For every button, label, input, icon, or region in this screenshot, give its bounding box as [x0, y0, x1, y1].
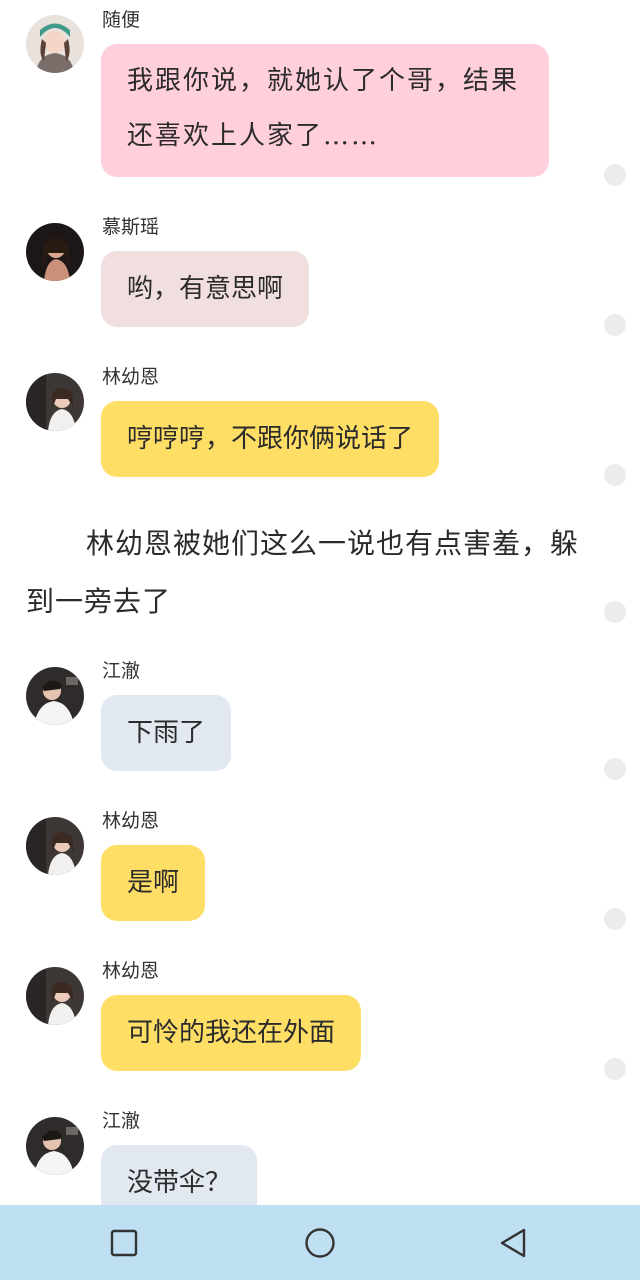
- avatar[interactable]: [26, 223, 84, 281]
- message-bubble[interactable]: 哟，有意思啊: [101, 251, 310, 327]
- avatar[interactable]: [26, 967, 84, 1025]
- sender-name: 随便: [102, 9, 141, 31]
- message-bubble[interactable]: 是啊: [101, 845, 206, 921]
- narration-text: 林幼恩被她们这么一说也有点害羞，躲到一旁去了: [26, 527, 580, 618]
- status-dot: [604, 908, 626, 930]
- status-dot: [604, 601, 626, 623]
- sender-name: 林幼恩: [102, 960, 160, 982]
- recent-apps-icon[interactable]: [104, 1223, 144, 1263]
- sender-name: 林幼恩: [102, 810, 160, 832]
- home-icon[interactable]: [300, 1223, 340, 1263]
- status-dot: [604, 164, 626, 186]
- status-dot: [604, 1058, 626, 1080]
- avatar[interactable]: [26, 667, 84, 725]
- message-bubble[interactable]: 我跟你说，就她认了个哥，结果还喜欢上人家了……: [101, 44, 549, 177]
- sender-name: 林幼恩: [102, 366, 160, 388]
- avatar[interactable]: [26, 817, 84, 875]
- sender-name: 江澈: [102, 1110, 141, 1132]
- status-dot: [604, 464, 626, 486]
- status-dot: [604, 758, 626, 780]
- avatar[interactable]: [26, 373, 84, 431]
- back-icon[interactable]: [494, 1223, 534, 1263]
- avatar[interactable]: [26, 15, 84, 73]
- avatar[interactable]: [26, 1117, 84, 1175]
- sender-name: 慕斯瑶: [102, 216, 160, 238]
- message-bubble[interactable]: 哼哼哼，不跟你俩说话了: [101, 401, 440, 477]
- message-bubble[interactable]: 可怜的我还在外面: [101, 995, 362, 1071]
- sender-name: 江澈: [102, 660, 141, 682]
- message-bubble[interactable]: 下雨了: [101, 695, 232, 771]
- status-dot: [604, 314, 626, 336]
- navigation-bar: [0, 1205, 640, 1280]
